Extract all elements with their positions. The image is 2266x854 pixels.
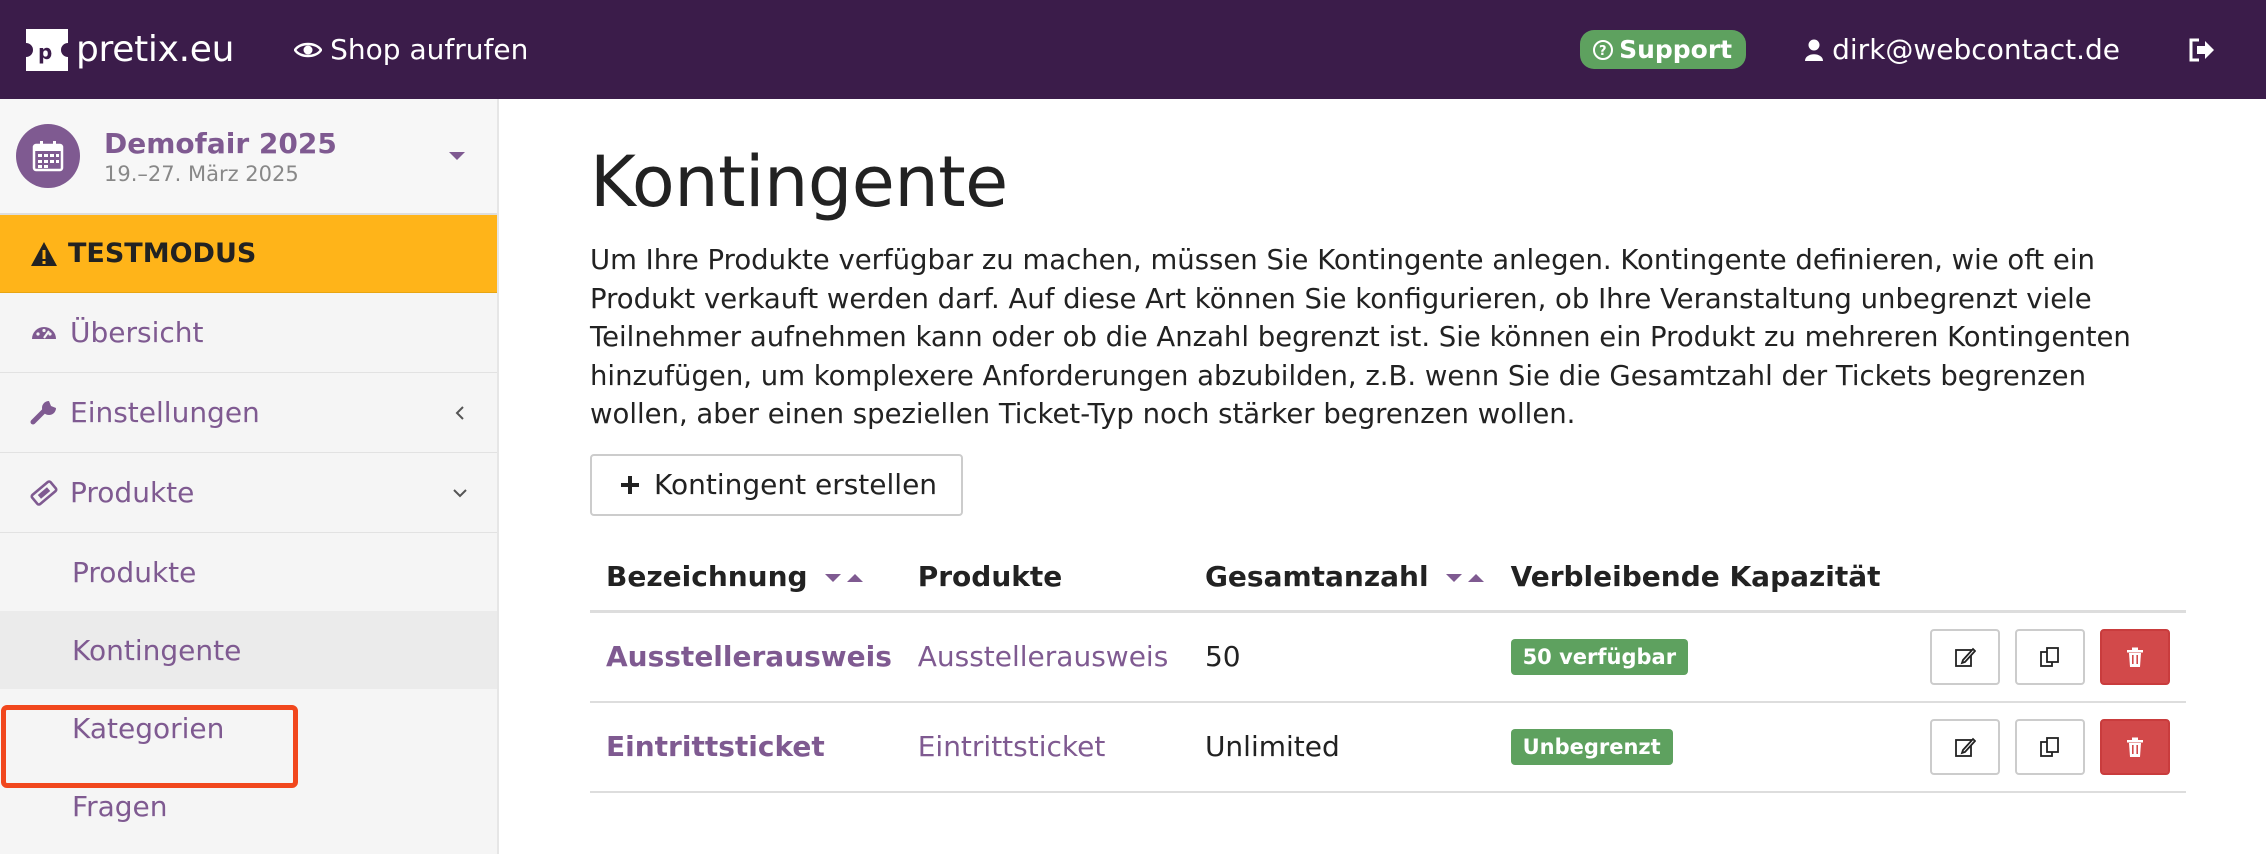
trash-icon bbox=[2127, 647, 2143, 667]
copy-icon bbox=[2040, 646, 2059, 667]
copy-icon bbox=[2040, 736, 2059, 757]
column-header-actions bbox=[1908, 543, 2186, 613]
event-switcher[interactable]: Demofair 2025 19.–27. März 2025 bbox=[0, 99, 497, 215]
sort-asc-icon[interactable] bbox=[1468, 574, 1485, 583]
sidebar-subitem-fragen[interactable]: Fragen bbox=[0, 767, 497, 845]
sort-controls bbox=[825, 574, 864, 583]
sidebar-item-label: Produkte bbox=[70, 476, 195, 509]
pretix-logo-icon: p bbox=[26, 28, 68, 71]
edit-icon bbox=[1955, 647, 1977, 667]
main-content: Kontingente Um Ihre Produkte verfügbar z… bbox=[590, 99, 2186, 793]
edit-button[interactable] bbox=[1930, 718, 2001, 775]
sort-desc-icon[interactable] bbox=[825, 574, 842, 583]
table-row: Ausstellerausweis Ausstellerausweis 50 5… bbox=[590, 611, 2186, 703]
column-header-kapazitaet: Verbleibende Kapazität bbox=[1494, 543, 1909, 613]
event-date: 19.–27. März 2025 bbox=[104, 161, 299, 186]
shop-link[interactable]: Shop aufrufen bbox=[294, 33, 528, 66]
warning-icon bbox=[31, 241, 57, 266]
sort-desc-icon[interactable] bbox=[1446, 574, 1463, 583]
brand-link[interactable]: p pretix.eu bbox=[26, 28, 235, 71]
edit-icon bbox=[1955, 737, 1977, 757]
table-header-row: Bezeichnung Produkte Gesamtanzahl Verble… bbox=[590, 543, 2186, 613]
testmode-banner[interactable]: TESTMODUS bbox=[0, 215, 497, 293]
sidebar-item-uebersicht[interactable]: Übersicht bbox=[0, 293, 497, 373]
ticket-icon bbox=[30, 479, 60, 507]
quota-name-link[interactable]: Ausstellerausweis bbox=[606, 640, 892, 673]
quota-name-link[interactable]: Eintrittsticket bbox=[606, 730, 825, 763]
sidebar-subitem-kategorien[interactable]: Kategorien bbox=[0, 689, 497, 767]
wrench-icon bbox=[30, 399, 60, 427]
logout-icon[interactable] bbox=[2188, 37, 2216, 63]
sidebar-item-einstellungen[interactable]: Einstellungen bbox=[0, 373, 497, 453]
copy-button[interactable] bbox=[2015, 718, 2086, 775]
top-navbar: p pretix.eu Shop aufrufen ? Support dirk… bbox=[0, 0, 2266, 99]
eye-icon bbox=[294, 42, 323, 57]
svg-text:p: p bbox=[38, 40, 52, 64]
event-info: Demofair 2025 19.–27. März 2025 bbox=[104, 127, 337, 186]
create-quota-button[interactable]: Kontingent erstellen bbox=[590, 453, 964, 516]
caret-down-icon bbox=[449, 152, 465, 160]
support-label: Support bbox=[1619, 35, 1733, 64]
sidebar-subitem-produkte[interactable]: Produkte bbox=[0, 533, 497, 611]
column-header-gesamtanzahl: Gesamtanzahl bbox=[1188, 543, 1495, 613]
quota-total: 50 bbox=[1188, 611, 1495, 703]
user-email: dirk@webcontact.de bbox=[1832, 33, 2120, 66]
user-menu-link[interactable]: dirk@webcontact.de bbox=[1804, 33, 2120, 66]
capacity-badge: Unbegrenzt bbox=[1510, 729, 1673, 765]
copy-button[interactable] bbox=[2015, 628, 2086, 685]
delete-button[interactable] bbox=[2100, 718, 2170, 775]
sort-controls bbox=[1446, 574, 1485, 583]
support-button[interactable]: ? Support bbox=[1580, 30, 1747, 69]
testmode-label: TESTMODUS bbox=[68, 238, 257, 269]
intro-text: Um Ihre Produkte verfügbar zu machen, mü… bbox=[590, 244, 2131, 430]
plus-icon bbox=[621, 475, 639, 494]
chevron-down-icon bbox=[453, 486, 467, 500]
table-row: Eintrittsticket Eintrittsticket Unlimite… bbox=[590, 701, 2186, 793]
brand-name: pretix.eu bbox=[76, 29, 235, 70]
event-name: Demofair 2025 bbox=[104, 126, 337, 160]
quota-product-link[interactable]: Ausstellerausweis bbox=[918, 640, 1169, 673]
question-circle-icon: ? bbox=[1593, 39, 1614, 60]
dashboard-icon bbox=[30, 319, 60, 347]
column-header-bezeichnung: Bezeichnung bbox=[590, 543, 902, 613]
user-icon bbox=[1805, 39, 1824, 61]
edit-button[interactable] bbox=[1930, 628, 2001, 685]
sidebar-item-label: Einstellungen bbox=[70, 396, 260, 429]
trash-icon bbox=[2127, 737, 2143, 757]
shop-link-label: Shop aufrufen bbox=[330, 33, 529, 66]
sidebar-item-produkte[interactable]: Produkte bbox=[0, 453, 497, 533]
quota-product-link[interactable]: Eintrittsticket bbox=[918, 730, 1106, 763]
sidebar-item-label: Übersicht bbox=[70, 316, 204, 349]
create-quota-label: Kontingent erstellen bbox=[654, 468, 938, 501]
sidebar: Demofair 2025 19.–27. März 2025 TESTMODU… bbox=[0, 99, 499, 854]
page-title: Kontingente bbox=[590, 141, 1008, 223]
quota-total: Unlimited bbox=[1188, 701, 1495, 793]
svg-text:?: ? bbox=[1599, 44, 1607, 59]
calendar-icon bbox=[16, 124, 80, 188]
sort-asc-icon[interactable] bbox=[847, 574, 864, 583]
capacity-badge: 50 verfügbar bbox=[1510, 639, 1689, 676]
sidebar-subitem-kontingente[interactable]: Kontingente bbox=[0, 611, 497, 689]
chevron-left-icon bbox=[453, 405, 467, 420]
column-header-produkte: Produkte bbox=[901, 543, 1189, 613]
delete-button[interactable] bbox=[2100, 628, 2170, 685]
quota-table: Bezeichnung Produkte Gesamtanzahl Verble… bbox=[590, 543, 2186, 793]
